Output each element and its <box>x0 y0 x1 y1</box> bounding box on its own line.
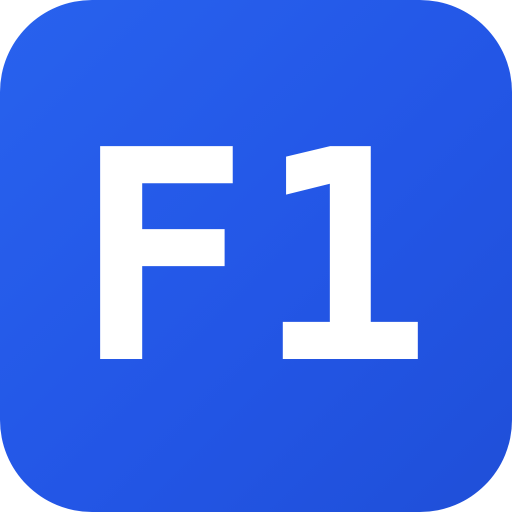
icon-monogram: F1 <box>0 0 512 512</box>
icon-label: F1 <box>74 88 438 428</box>
app-icon[interactable]: F1 <box>0 0 512 512</box>
